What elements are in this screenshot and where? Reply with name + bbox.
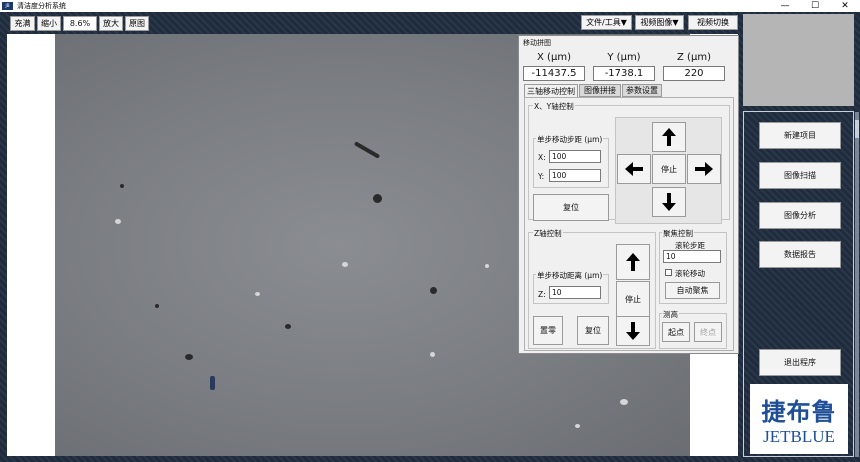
title-bar: JB 清洁度分析系统 — ☐ ✕ <box>0 0 860 12</box>
particle <box>285 324 291 329</box>
height-group-label: 测高 <box>662 309 679 320</box>
file-tools-menu[interactable]: 文件/工具▼ <box>581 15 632 30</box>
company-logo: 捷布鲁 JETBLUE <box>750 384 848 454</box>
window-title: 清洁度分析系统 <box>17 2 66 10</box>
xy-step-label: 单步移动步距 (μm) <box>536 134 604 145</box>
move-left-button[interactable] <box>617 154 651 184</box>
wheel-step-input[interactable]: 10 <box>663 250 721 263</box>
particle <box>373 194 382 203</box>
particle <box>575 424 580 428</box>
particle <box>342 262 348 267</box>
arrow-right-icon <box>695 162 713 176</box>
z-step-axis-label: Z: <box>538 290 546 299</box>
x-axis-label: X (μm) <box>537 52 571 63</box>
height-end-button: 终点 <box>694 322 722 342</box>
y-axis-label: Y (μm) <box>607 52 641 63</box>
z-step-input[interactable]: 10 <box>549 286 601 299</box>
dialog-title: 移动拼图 <box>523 39 551 47</box>
z-reset-button[interactable]: 复位 <box>577 316 609 345</box>
move-right-button[interactable] <box>687 154 721 184</box>
minimize-button[interactable]: — <box>770 0 800 12</box>
xy-group-label: X、Y轴控制 <box>533 101 575 112</box>
zero-button[interactable]: 置零 <box>533 316 563 345</box>
exit-program-button[interactable]: 退出程序 <box>759 349 841 376</box>
particle <box>185 354 193 360</box>
arrow-down-icon <box>662 193 676 211</box>
xy-reset-button[interactable]: 复位 <box>533 194 609 221</box>
move-up-button[interactable] <box>652 122 686 152</box>
wheel-move-label: 滚轮移动 <box>675 269 705 278</box>
y-position-display: -1738.1 <box>593 66 655 81</box>
move-stitch-dialog: 移动拼图 X (μm) Y (μm) Z (μm) -11437.5 -1738… <box>518 35 739 354</box>
particle <box>485 264 489 268</box>
z-step-label: 单步移动距离 (μm) <box>536 270 604 281</box>
wheel-move-checkbox[interactable] <box>665 269 672 276</box>
video-image-menu[interactable]: 视频图像▼ <box>635 15 684 30</box>
arrow-up-icon <box>662 128 676 146</box>
app-logo-icon: JB <box>2 2 13 10</box>
tab-three-axis[interactable]: 三轴移动控制 <box>524 84 578 98</box>
right-scrollbar[interactable] <box>855 112 859 457</box>
arrow-left-icon <box>625 162 643 176</box>
xy-stop-button[interactable]: 停止 <box>652 154 686 184</box>
maximize-button[interactable]: ☐ <box>800 0 830 12</box>
new-project-button[interactable]: 新建项目 <box>759 122 841 149</box>
fit-button[interactable]: 充满 <box>10 16 35 31</box>
zoom-level-display: 8.6% <box>63 16 97 31</box>
logo-chinese-text: 捷布鲁 <box>761 396 837 426</box>
tab-parameters[interactable]: 参数设置 <box>622 84 662 97</box>
height-start-button[interactable]: 起点 <box>662 322 690 342</box>
z-position-display: 220 <box>663 66 725 81</box>
tab-panel: X、Y轴控制 单步移动步距 (μm) X: 100 Y: 100 复位 停止 Z… <box>524 97 734 351</box>
z-group-label: Z轴控制 <box>533 228 563 239</box>
scrollbar-thumb[interactable] <box>855 120 859 138</box>
y-step-input[interactable]: 100 <box>549 169 601 182</box>
close-button[interactable]: ✕ <box>830 0 860 12</box>
video-preview <box>743 14 854 106</box>
particle <box>255 292 260 296</box>
arrow-down-icon <box>626 322 640 340</box>
particle <box>620 399 628 405</box>
particle <box>353 141 381 159</box>
data-report-button[interactable]: 数据报告 <box>759 241 841 268</box>
particle <box>430 352 435 357</box>
z-down-button[interactable] <box>616 316 650 346</box>
zoom-out-button[interactable]: 缩小 <box>37 16 61 31</box>
arrow-up-icon <box>626 253 640 271</box>
z-stop-button[interactable]: 停止 <box>616 281 650 317</box>
x-position-display: -11437.5 <box>523 66 585 81</box>
image-scan-button[interactable]: 图像扫描 <box>759 162 841 189</box>
particle <box>210 376 215 390</box>
zoom-in-button[interactable]: 放大 <box>99 16 123 31</box>
y-step-label: Y: <box>538 172 545 181</box>
auto-focus-button[interactable]: 自动聚焦 <box>665 282 720 299</box>
x-step-label: X: <box>538 153 546 162</box>
particle <box>115 219 121 224</box>
original-size-button[interactable]: 原图 <box>125 16 149 31</box>
focus-group-label: 聚焦控制 <box>662 228 694 239</box>
particle <box>155 304 159 308</box>
particle <box>430 287 437 294</box>
z-up-button[interactable] <box>616 244 650 280</box>
particle <box>120 184 124 188</box>
right-panel: 新建项目 图像扫描 图像分析 数据报告 退出程序 捷布鲁 JETBLUE <box>743 111 854 457</box>
image-analysis-button[interactable]: 图像分析 <box>759 202 841 229</box>
x-step-input[interactable]: 100 <box>549 150 601 163</box>
move-down-button[interactable] <box>652 187 686 217</box>
video-switch-button[interactable]: 视频切换 <box>688 15 738 30</box>
logo-english-text: JETBLUE <box>763 426 835 446</box>
z-axis-label: Z (μm) <box>677 52 711 63</box>
tab-stitching[interactable]: 图像拼接 <box>579 84 621 97</box>
